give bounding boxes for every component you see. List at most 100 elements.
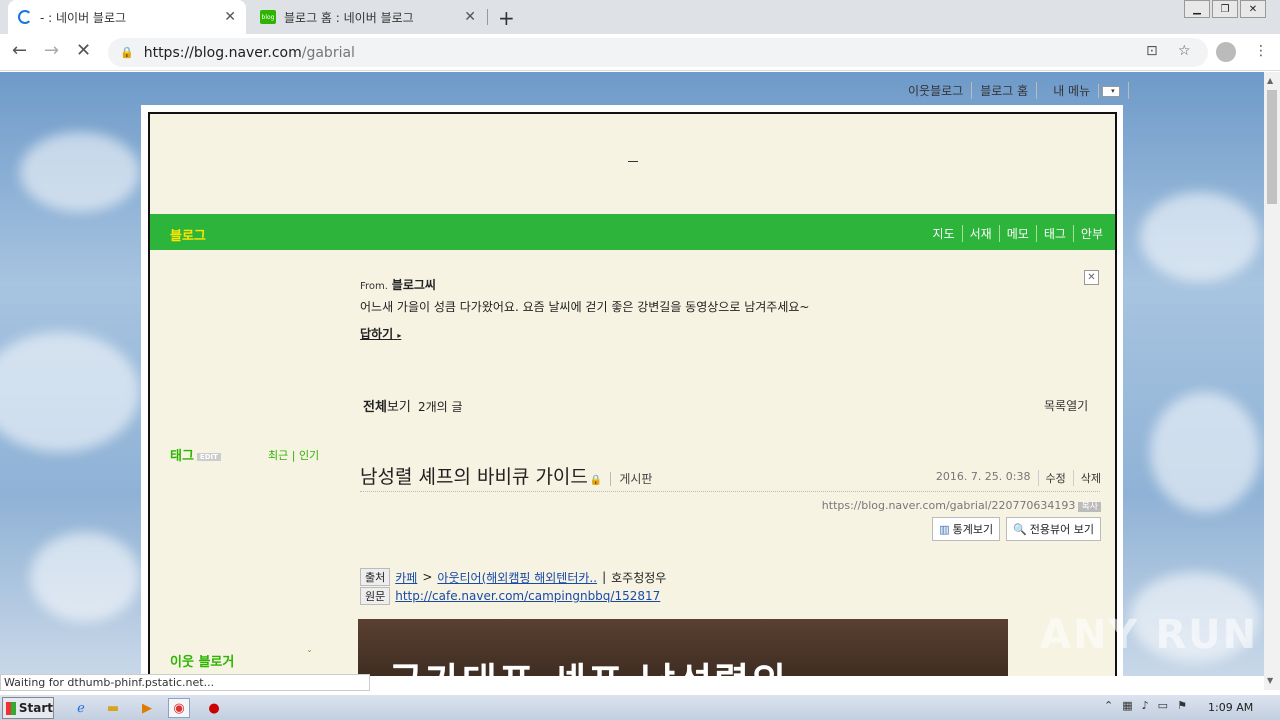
nav-memo[interactable]: 메모 [1000,225,1037,242]
tray-arrow-icon[interactable]: ⌃ [1104,699,1113,712]
blog-top-menu: 이웃블로그 블로그 홈 내 메뉴 ▾ [900,82,1130,99]
tab-title: 블로그 홈 : 네이버 블로그 [284,10,414,25]
menu-icon[interactable]: ⋮ [1254,43,1268,59]
search-icon: 🔍 [1013,523,1027,536]
viewer-button[interactable]: 🔍 전용뷰어 보기 [1006,517,1101,541]
sidebar-tag-title: 태그 EDIT [170,445,221,464]
chevron-down-icon: ▾ [1102,86,1121,97]
nav-library[interactable]: 서재 [963,225,1000,242]
post-meta: 2016. 7. 25. 0:38 수정 삭제 [929,470,1101,486]
volume-icon[interactable]: ♪ [1142,699,1149,712]
star-icon[interactable]: ☆ [1178,43,1191,59]
address-bar[interactable]: 🔒 https://blog.naver.com /gabrial [108,38,1208,67]
copy-url-button[interactable]: 복사 [1078,502,1101,512]
alert-icon[interactable]: ● [203,698,225,718]
ie-icon[interactable]: ℯ [70,698,92,718]
start-label: Start [18,701,53,715]
back-icon[interactable]: ← [12,40,27,61]
page-viewport: 이웃블로그 블로그 홈 내 메뉴 ▾ 블로그 지도 서재 메모 태그 안부 Fro… [0,72,1264,676]
close-window-icon[interactable]: ✕ [1240,0,1266,18]
network-icon[interactable]: ▦ [1122,699,1132,712]
post-title: 남성렬 셰프의 바비큐 가이드 🔒 게시판 [360,462,653,489]
post-image: 국가대표 셰프 남성렬의 [358,619,1008,676]
top-menu-neighbors[interactable]: 이웃블로그 [900,82,973,99]
origin-label: 원문 [360,587,391,605]
source-row: 출처 카페 > 아웃티어(해외캠핑 해외텐터카.. | 호주청정우 [360,568,666,586]
top-menu-my-menu[interactable]: 내 메뉴 ▾ [1037,82,1130,99]
new-tab-button[interactable]: + [498,6,515,30]
post-divider [360,491,1100,492]
avatar-icon[interactable] [1216,42,1236,62]
system-tray: ⌃ ▦ ♪ ▭ ⚑ [1104,699,1196,712]
triangle-right-icon: ▸ [397,331,402,340]
tab-blog-home[interactable]: blog 블로그 홈 : 네이버 블로그 ✕ [250,0,486,34]
nav-guestbook[interactable]: 안부 [1074,225,1103,242]
tag-sort-toggle[interactable]: 최근 | 인기 [268,447,319,463]
blog-name[interactable]: 블로그 [170,225,206,244]
list-open-button[interactable]: 목록열기 [1044,397,1088,414]
restore-icon[interactable]: ❐ [1212,0,1238,18]
post-url-text: https://blog.naver.com/gabrial/220770634… [821,499,1076,512]
forward-icon[interactable]: → [44,40,59,61]
translate-icon[interactable]: ⊡ [1146,43,1158,59]
lock-icon: 🔒 [589,475,603,486]
tag-title: 태그 [170,449,194,464]
list-all-bold: 전체 [363,400,387,415]
origin-link[interactable]: http://cafe.naver.com/campingnbbq/152817 [395,589,660,603]
lock-icon: 🔒 [120,46,134,59]
media-player-icon[interactable]: ▶ [136,698,158,718]
chrome-icon[interactable]: ◉ [168,698,190,718]
post-title-text[interactable]: 남성렬 셰프의 바비큐 가이드 [360,466,588,488]
blogc-prompt: From. 블로그씨 어느새 가을이 성큼 다가왔어요. 요즘 날씨에 걷기 좋… [360,276,809,342]
edit-button[interactable]: 수정 [1039,470,1074,486]
battery-icon[interactable]: ▭ [1158,699,1168,712]
tab-separator [487,9,488,25]
origin-row: 원문 http://cafe.naver.com/campingnbbq/152… [360,587,660,605]
blog-nav-menu: 지도 서재 메모 태그 안부 [926,225,1103,242]
bar-chart-icon: ▥ [939,523,950,536]
tab-title: - : 네이버 블로그 [40,10,127,25]
from-label: From. [360,281,388,292]
blog-nav-bar: 블로그 지도 서재 메모 태그 안부 [150,214,1115,250]
url-path: /gabrial [301,44,355,61]
source-cafe-link[interactable]: 카페 [395,569,417,586]
post-buttons: ▥ 통계보기 🔍 전용뷰어 보기 [926,517,1101,541]
tab-naver-blog[interactable]: - : 네이버 블로그 ✕ [8,0,246,34]
clock: 1:09 AM [1208,701,1254,714]
top-menu-blog-home[interactable]: 블로그 홈 [972,82,1038,99]
stats-button-label: 통계보기 [952,523,994,536]
close-icon[interactable]: ✕ [224,9,236,25]
status-bar: Waiting for dthumb-phinf.pstatic.net... [0,674,370,691]
url-host: https://blog.naver.com [143,44,302,61]
scroll-up-icon[interactable]: ▲ [1267,76,1273,85]
scroll-down-icon[interactable]: ▼ [1267,676,1273,685]
source-cafe-name-link[interactable]: 아웃티어(해외캠핑 해외텐터카.. [437,569,597,586]
post-image-text: 국가대표 셰프 남성렬의 [388,651,788,676]
nav-map[interactable]: 지도 [926,225,963,242]
reply-link[interactable]: 답하기 ▸ [360,325,809,342]
from-sender: 블로그씨 [391,278,436,292]
watermark: ANY RUN [1040,612,1259,658]
close-icon[interactable]: ✕ [464,9,476,25]
start-button[interactable]: Start [2,697,54,719]
loading-spinner-icon [18,10,32,24]
window-controls: ▁ ❐ ✕ [1182,0,1266,20]
header-dash [628,161,638,162]
page-scrollbar[interactable]: ▲ ▼ [1264,72,1280,690]
post-list-header: 전체보기 2개의 글 [363,396,463,415]
minimize-icon[interactable]: ▁ [1184,0,1210,18]
reply-label: 답하기 [360,327,394,341]
post-date: 2016. 7. 25. 0:38 [929,470,1039,486]
close-icon[interactable]: ✕ [1084,270,1099,285]
windows-logo-icon [6,701,16,715]
stop-icon[interactable]: ✕ [76,40,91,61]
delete-button[interactable]: 삭제 [1074,470,1101,486]
nav-tag[interactable]: 태그 [1037,225,1074,242]
folder-icon[interactable]: ▬ [102,698,124,718]
chevron-down-icon[interactable]: ˇ [307,650,312,661]
flag-icon[interactable]: ⚑ [1177,699,1187,712]
post-category[interactable]: 게시판 [610,472,653,486]
tag-edit-badge[interactable]: EDIT [196,452,221,461]
scroll-thumb[interactable] [1267,90,1277,204]
stats-button[interactable]: ▥ 통계보기 [932,517,1001,541]
